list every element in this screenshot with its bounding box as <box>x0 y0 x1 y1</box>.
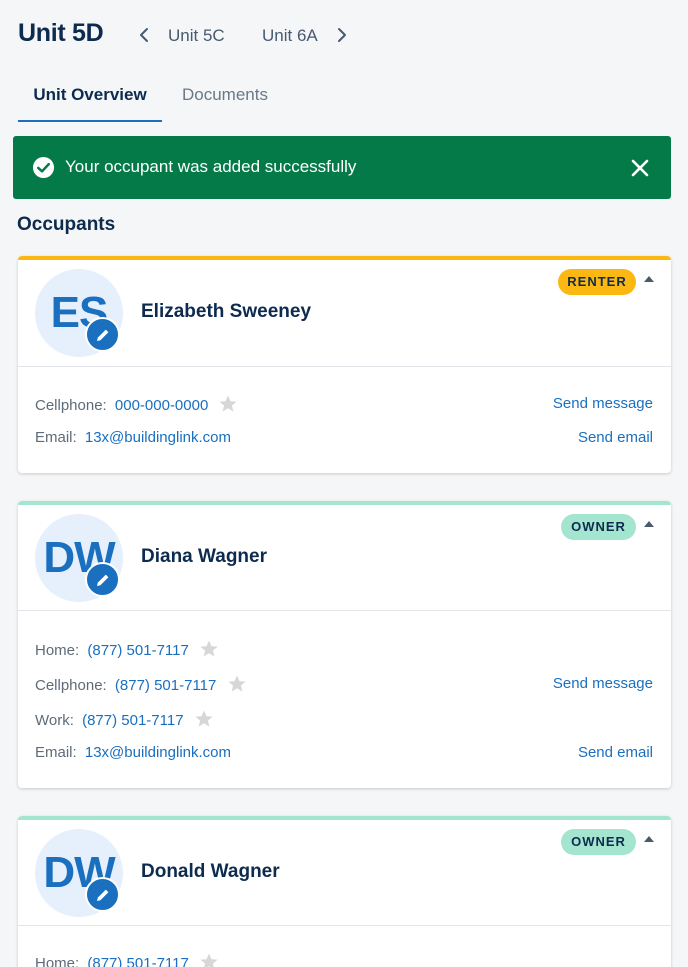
unit-header: Unit 5D Unit 5C Unit 6A <box>0 0 688 70</box>
pencil-icon <box>97 329 109 341</box>
send-email-link[interactable]: Send email <box>578 429 653 446</box>
edit-avatar-button[interactable] <box>85 317 120 352</box>
tab-documents[interactable]: Documents <box>182 78 268 122</box>
pencil-icon <box>97 889 109 901</box>
send-message-link[interactable]: Send message <box>553 395 653 412</box>
chevron-up-icon[interactable] <box>642 519 656 529</box>
occupant-card: DW Diana Wagner OWNER Home: (877) 501-71… <box>18 501 671 788</box>
check-circle-icon <box>32 156 55 179</box>
tab-unit-overview[interactable]: Unit Overview <box>18 78 162 122</box>
phone-row: Home: (877) 501-7117 <box>35 639 219 659</box>
phone-row: Cellphone: 000-000-0000 <box>35 394 238 414</box>
role-badge: OWNER <box>561 829 636 855</box>
phone-label: Home: <box>35 642 80 659</box>
phone-label: Home: <box>35 955 80 967</box>
occupant-card: DW Donald Wagner OWNER Home: (877) 501-7… <box>18 816 671 967</box>
next-unit-link[interactable]: Unit 6A <box>262 26 318 46</box>
email-label: Email: <box>35 429 77 446</box>
toast-message: Your occupant was added successfully <box>65 157 357 176</box>
chevron-right-icon[interactable] <box>334 26 350 44</box>
phone-number-link[interactable]: (877) 501-7117 <box>87 955 188 967</box>
role-badge: RENTER <box>558 269 636 295</box>
success-toast: Your occupant was added successfully <box>13 136 671 199</box>
phone-number-link[interactable]: (877) 501-7117 <box>82 712 183 729</box>
pencil-icon <box>97 574 109 586</box>
page-title: Unit 5D <box>18 19 104 47</box>
email-link[interactable]: 13x@buildinglink.com <box>85 429 231 446</box>
star-icon[interactable] <box>218 394 238 414</box>
phone-number-link[interactable]: (877) 501-7117 <box>115 677 216 694</box>
chevron-left-icon[interactable] <box>136 26 152 44</box>
email-label: Email: <box>35 744 77 761</box>
tab-bar: Unit Overview Documents <box>18 78 670 122</box>
chevron-up-icon[interactable] <box>642 834 656 844</box>
phone-number-link[interactable]: 000-000-0000 <box>115 397 208 414</box>
star-icon[interactable] <box>194 709 214 729</box>
star-icon[interactable] <box>227 674 247 694</box>
star-icon[interactable] <box>199 639 219 659</box>
phone-row: Work: (877) 501-7117 <box>35 709 214 729</box>
star-icon[interactable] <box>199 952 219 967</box>
role-badge: OWNER <box>561 514 636 540</box>
occupant-name: Donald Wagner <box>141 861 280 882</box>
occupant-name: Diana Wagner <box>141 546 267 567</box>
chevron-up-icon[interactable] <box>642 274 656 284</box>
prev-unit-link[interactable]: Unit 5C <box>168 26 225 46</box>
phone-label: Work: <box>35 712 74 729</box>
occupant-card-header: ES Elizabeth Sweeney RENTER <box>18 256 671 367</box>
edit-avatar-button[interactable] <box>85 562 120 597</box>
phone-number-link[interactable]: (877) 501-7117 <box>87 642 188 659</box>
phone-row: Home: (877) 501-7117 <box>35 952 219 967</box>
occupant-card-header: DW Diana Wagner OWNER <box>18 501 671 611</box>
phone-label: Cellphone: <box>35 397 107 414</box>
send-email-link[interactable]: Send email <box>578 744 653 761</box>
email-row: Email: 13x@buildinglink.com <box>35 744 231 764</box>
email-link[interactable]: 13x@buildinglink.com <box>85 744 231 761</box>
phone-row: Cellphone: (877) 501-7117 <box>35 674 247 694</box>
occupant-name: Elizabeth Sweeney <box>141 301 312 322</box>
occupant-card-header: DW Donald Wagner OWNER <box>18 816 671 926</box>
occupant-card: ES Elizabeth Sweeney RENTER Cellphone: 0… <box>18 256 671 473</box>
close-icon[interactable] <box>630 158 650 178</box>
send-message-link[interactable]: Send message <box>553 675 653 692</box>
occupants-heading: Occupants <box>17 214 116 235</box>
phone-label: Cellphone: <box>35 677 107 694</box>
email-row: Email: 13x@buildinglink.com <box>35 429 231 449</box>
edit-avatar-button[interactable] <box>85 877 120 912</box>
